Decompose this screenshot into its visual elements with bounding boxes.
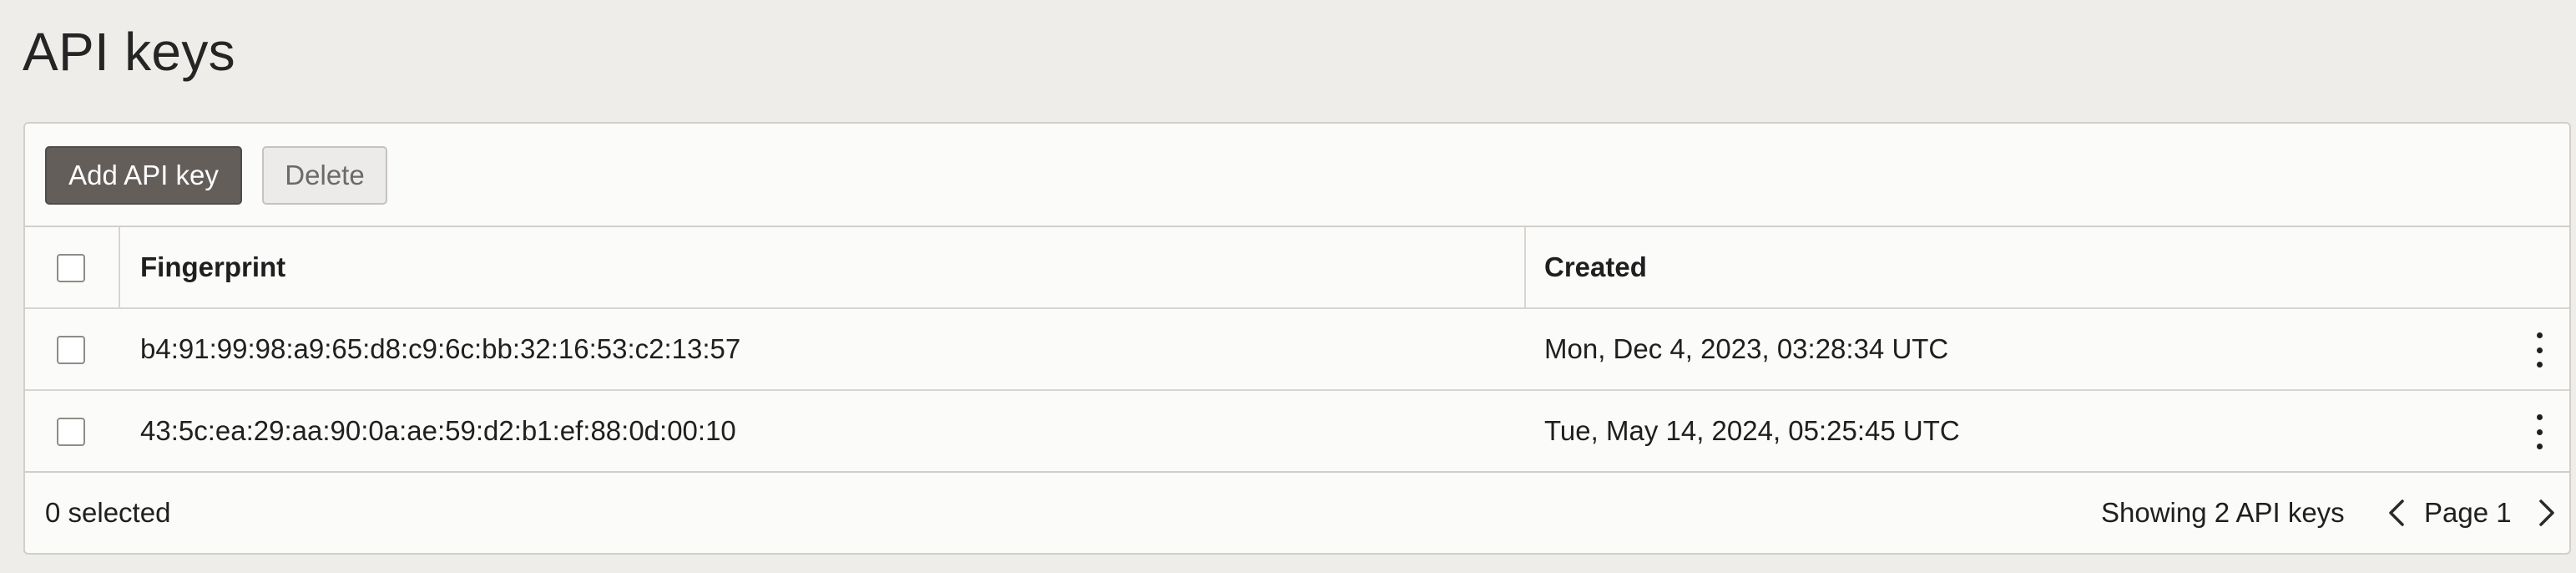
table-header-row: Fingerprint Created (25, 227, 2569, 309)
select-all-checkbox[interactable] (57, 254, 85, 282)
column-header-created[interactable]: Created (1544, 227, 1647, 307)
created-cell: Tue, May 14, 2024, 05:25:45 UTC (1544, 415, 1960, 446)
add-api-key-button[interactable]: Add API key (45, 146, 242, 205)
more-vertical-icon[interactable] (2531, 414, 2548, 449)
table-row: b4:91:99:98:a9:65:d8:c9:6c:bb:32:16:53:c… (25, 309, 2569, 391)
chevron-right-icon[interactable] (2531, 498, 2561, 528)
page-indicator: Page 1 (2424, 497, 2512, 528)
delete-button[interactable]: Delete (262, 146, 387, 205)
row-checkbox[interactable] (57, 336, 85, 364)
table-row: 43:5c:ea:29:aa:90:0a:ae:59:d2:b1:ef:88:0… (25, 391, 2569, 473)
api-keys-table: Fingerprint Created b4:91:99:98:a9:65:d8… (25, 227, 2569, 473)
column-divider (1524, 227, 1526, 307)
fingerprint-cell: 43:5c:ea:29:aa:90:0a:ae:59:d2:b1:ef:88:0… (140, 415, 736, 446)
toolbar: Add API key Delete (25, 124, 2569, 227)
fingerprint-cell: b4:91:99:98:a9:65:d8:c9:6c:bb:32:16:53:c… (140, 333, 741, 364)
chevron-left-icon[interactable] (2382, 498, 2412, 528)
selected-count: 0 selected (45, 497, 171, 528)
page-title: API keys (23, 22, 235, 82)
row-checkbox[interactable] (57, 418, 85, 446)
column-divider (119, 227, 120, 307)
created-cell: Mon, Dec 4, 2023, 03:28:34 UTC (1544, 333, 1949, 364)
showing-count: Showing 2 API keys (2101, 497, 2345, 528)
api-keys-panel: Add API key Delete Fingerprint Created b… (23, 122, 2571, 555)
more-vertical-icon[interactable] (2531, 332, 2548, 368)
table-footer: 0 selected Showing 2 API keys Page 1 (25, 473, 2569, 553)
column-header-fingerprint[interactable]: Fingerprint (140, 227, 285, 307)
